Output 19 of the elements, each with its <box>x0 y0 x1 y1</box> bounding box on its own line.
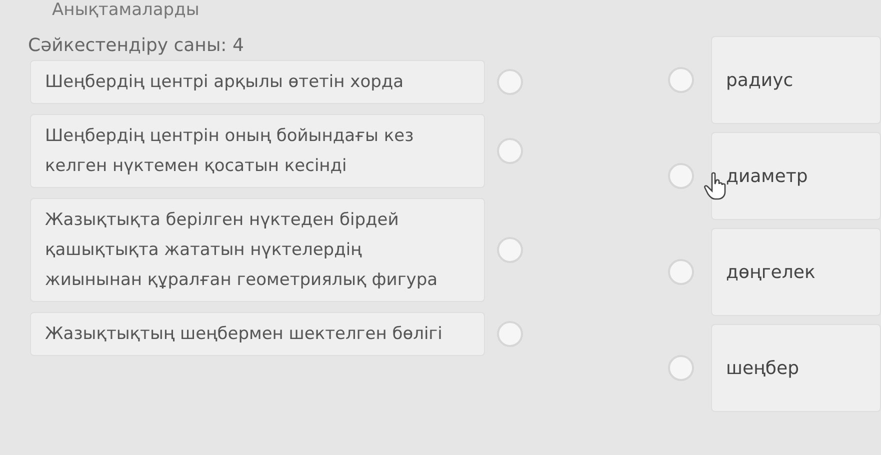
connector-dot[interactable] <box>668 67 694 93</box>
instruction-heading: Анықтамаларды <box>52 0 200 20</box>
match-count-label: Сәйкестендіру саны: 4 <box>28 34 245 58</box>
definition-card[interactable]: Жазықтықтың шеңбермен шектелген бөлігі <box>30 312 485 356</box>
connector-dot[interactable] <box>497 237 523 263</box>
term-card[interactable]: радиус <box>711 36 881 124</box>
connector-dot[interactable] <box>668 259 694 285</box>
connector-dot[interactable] <box>668 355 694 381</box>
term-card[interactable]: дөңгелек <box>711 228 881 316</box>
term-card[interactable]: шеңбер <box>711 324 881 412</box>
definition-card[interactable]: Шеңбердің центрін оның бойындағы кез келген нүктемен қосатын кесінді <box>30 114 485 188</box>
connector-dot[interactable] <box>497 321 523 347</box>
definition-card[interactable]: Жазықтықта берілген нүктеден бірдей қашықтықта жататын нүктелердің жиынынан құралған геометриялық фигура <box>30 198 485 302</box>
connector-dot[interactable] <box>668 163 694 189</box>
connector-dot[interactable] <box>497 69 523 95</box>
connector-dot[interactable] <box>497 138 523 164</box>
definition-card[interactable]: Шеңбердің центрі арқылы өтетін хорда <box>30 60 485 104</box>
hand-cursor-icon <box>704 172 728 200</box>
term-card[interactable]: диаметр <box>711 132 881 220</box>
